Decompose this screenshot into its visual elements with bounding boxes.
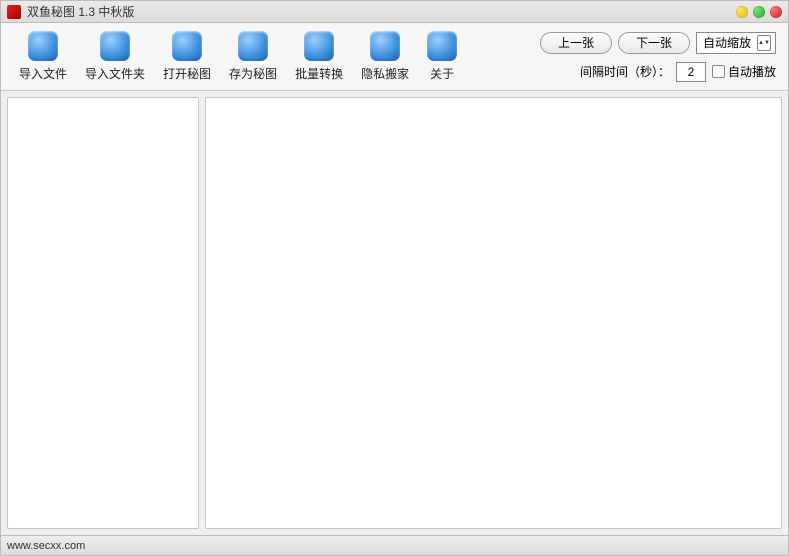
zoom-mode-value: 自动缩放 — [703, 34, 751, 51]
status-text: www.secxx.com — [7, 540, 85, 552]
next-button[interactable]: 下一张 — [618, 32, 690, 54]
next-button-label: 下一张 — [636, 34, 672, 51]
interval-label: 间隔时间（秒）： — [580, 63, 670, 80]
import-folder-icon — [100, 31, 130, 61]
toolbar-item-label: 导入文件夹 — [85, 65, 145, 82]
toolbar-controls: 上一张 下一张 自动缩放 ▲▼ 间隔时间（秒）： 自动播放 — [540, 32, 780, 82]
window-title: 双鱼秘图 1.3 中秋版 — [27, 3, 731, 20]
app-window: 双鱼秘图 1.3 中秋版 导入文件 导入文件夹 打开秘图 存为秘图 — [0, 0, 789, 556]
app-icon — [7, 5, 21, 19]
batch-convert-button[interactable]: 批量转换 — [295, 31, 343, 82]
import-file-icon — [28, 31, 58, 61]
open-image-icon — [172, 31, 202, 61]
privacy-move-button[interactable]: 隐私搬家 — [361, 31, 409, 82]
batch-convert-icon — [304, 31, 334, 61]
close-button[interactable] — [770, 6, 782, 18]
content-area — [1, 91, 788, 535]
toolbar-item-label: 打开秘图 — [163, 65, 211, 82]
checkbox-icon — [712, 65, 725, 78]
status-bar: www.secxx.com — [1, 535, 788, 555]
import-file-button[interactable]: 导入文件 — [19, 31, 67, 82]
open-image-button[interactable]: 打开秘图 — [163, 31, 211, 82]
toolbar-item-label: 导入文件 — [19, 65, 67, 82]
stepper-arrows-icon: ▲▼ — [757, 35, 771, 51]
prev-button-label: 上一张 — [558, 34, 594, 51]
privacy-move-icon — [370, 31, 400, 61]
about-icon — [427, 31, 457, 61]
zoom-mode-dropdown[interactable]: 自动缩放 ▲▼ — [696, 32, 776, 54]
toolbar-items: 导入文件 导入文件夹 打开秘图 存为秘图 批量转换 隐私搬家 — [9, 31, 457, 82]
save-image-button[interactable]: 存为秘图 — [229, 31, 277, 82]
autoplay-checkbox[interactable]: 自动播放 — [712, 63, 776, 80]
toolbar-item-label: 存为秘图 — [229, 65, 277, 82]
side-panel — [7, 97, 199, 529]
import-folder-button[interactable]: 导入文件夹 — [85, 31, 145, 82]
minimize-button[interactable] — [736, 6, 748, 18]
toolbar-item-label: 批量转换 — [295, 65, 343, 82]
title-bar: 双鱼秘图 1.3 中秋版 — [1, 1, 788, 23]
prev-button[interactable]: 上一张 — [540, 32, 612, 54]
autoplay-label: 自动播放 — [728, 63, 776, 80]
main-panel — [205, 97, 782, 529]
toolbar-item-label: 隐私搬家 — [361, 65, 409, 82]
about-button[interactable]: 关于 — [427, 31, 457, 82]
maximize-button[interactable] — [753, 6, 765, 18]
interval-input[interactable] — [676, 62, 706, 82]
save-image-icon — [238, 31, 268, 61]
toolbar: 导入文件 导入文件夹 打开秘图 存为秘图 批量转换 隐私搬家 — [1, 23, 788, 91]
toolbar-item-label: 关于 — [430, 65, 454, 82]
